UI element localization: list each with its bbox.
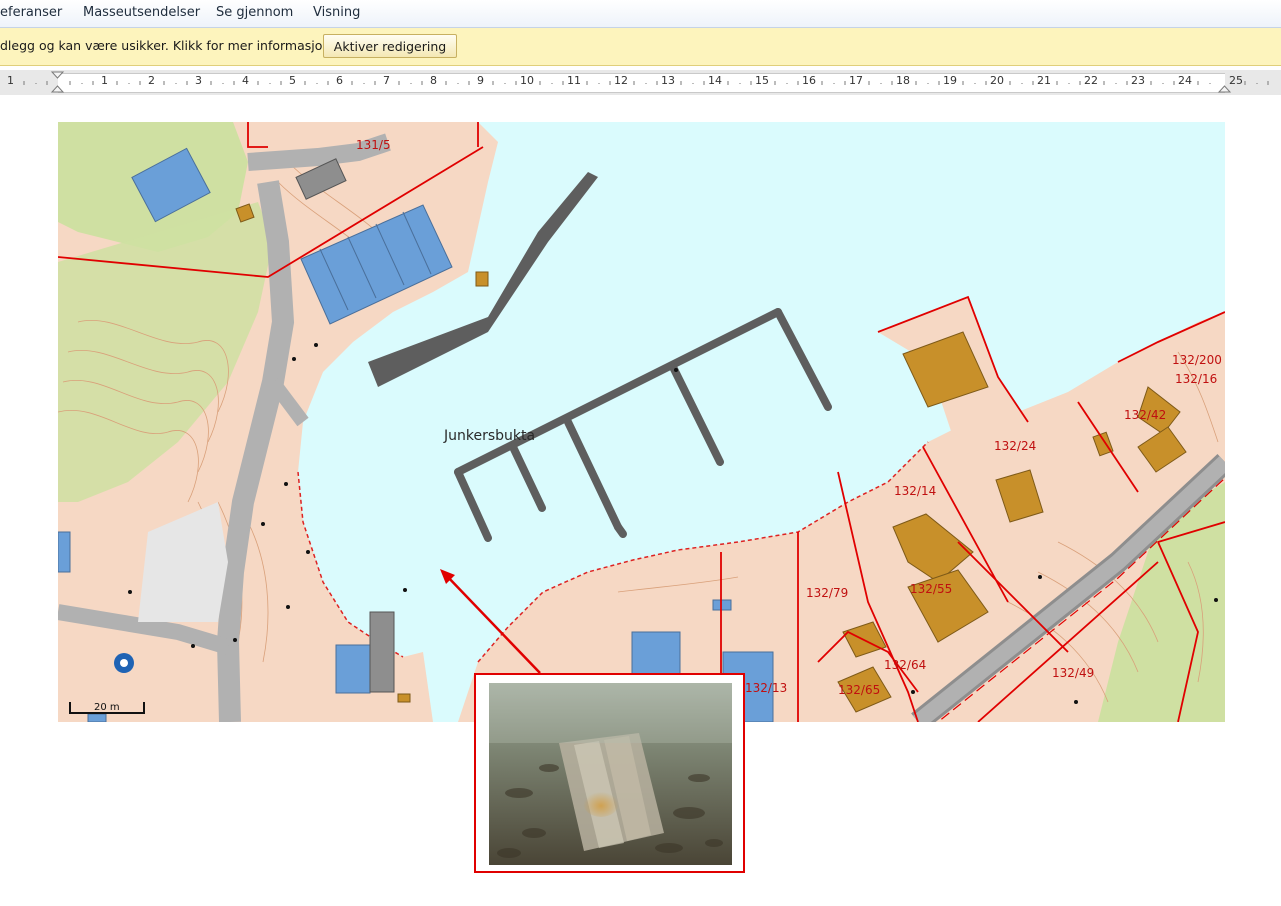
underwater-photo-image (489, 683, 732, 865)
photo-callout (474, 673, 745, 873)
underwater-photo (489, 683, 732, 865)
